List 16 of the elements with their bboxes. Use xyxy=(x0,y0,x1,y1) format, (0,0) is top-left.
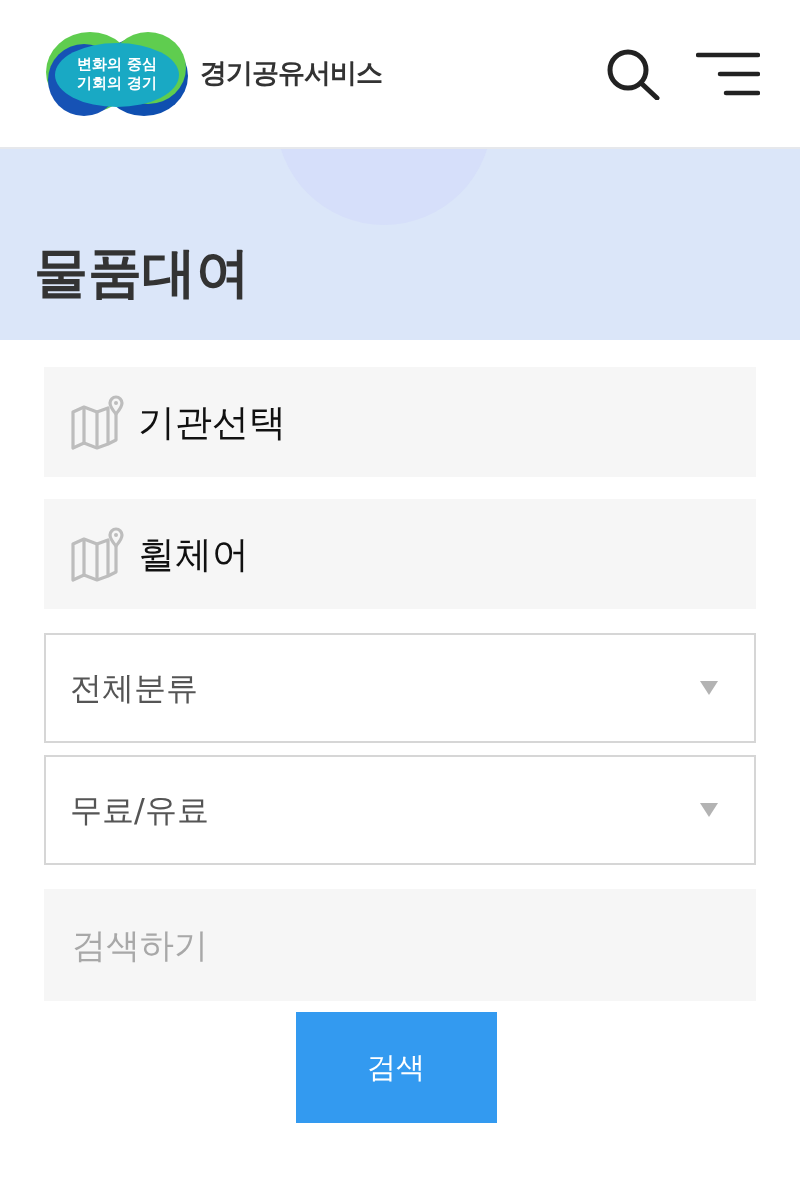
location-select-button[interactable]: 휠체어 xyxy=(44,499,756,609)
search-icon[interactable] xyxy=(606,47,662,100)
location-select-button[interactable]: 기관선택 xyxy=(44,367,756,477)
caret-down-icon xyxy=(700,803,718,817)
map-pin-icon xyxy=(70,526,126,582)
dropdown-select[interactable]: 무료/유료 xyxy=(44,755,756,865)
logo-service-name: 경기공유서비스 xyxy=(200,56,382,91)
dropdown-select[interactable]: 전체분류 xyxy=(44,633,756,743)
logo-slogan-text: 변화의 중심 xyxy=(76,54,158,74)
search-input[interactable]: 검색하기 xyxy=(44,889,756,1001)
map-pin-icon xyxy=(70,394,126,450)
menu-icon[interactable] xyxy=(696,50,760,97)
cloud-logo-icon xyxy=(44,29,190,118)
caret-down-icon xyxy=(700,681,718,695)
page-title: 물품대여 xyxy=(34,246,250,300)
logo-slogan-text: 기회의 경기 xyxy=(76,73,158,93)
